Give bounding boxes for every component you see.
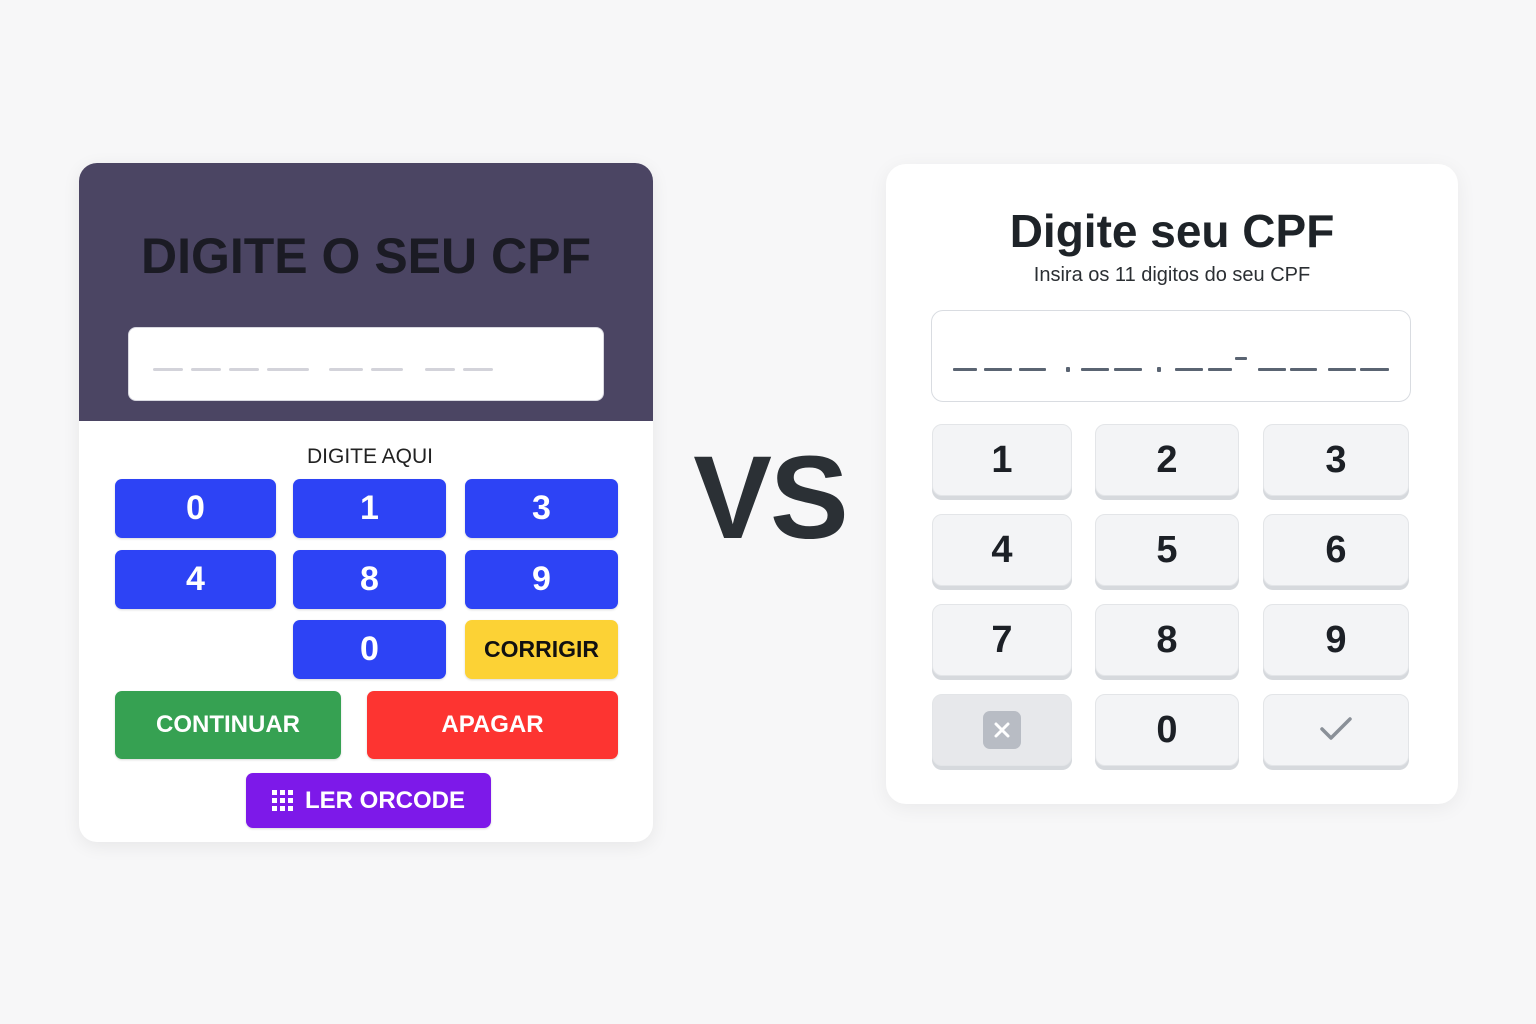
vs-label: VS (693, 432, 848, 564)
qrcode-button[interactable]: LER ORCODE (246, 773, 491, 828)
digit-button-8[interactable]: 8 (293, 550, 446, 609)
mask-dash (1208, 368, 1232, 371)
key-9[interactable]: 9 (1263, 604, 1409, 676)
key-8[interactable]: 8 (1095, 604, 1239, 676)
key-7[interactable]: 7 (932, 604, 1072, 676)
mask-hyphen (1235, 357, 1247, 360)
digit-button-3[interactable]: 3 (465, 479, 618, 538)
mask-dash (984, 368, 1012, 371)
mask-dash (1360, 368, 1389, 371)
left-panel-header: DIGITE O SEU CPF (79, 163, 653, 421)
right-panel-title: Digite seu CPF (1009, 205, 1335, 257)
left-panel-title: DIGITE O SEU CPF (140, 228, 592, 284)
mask-dash (191, 368, 221, 371)
mask-dash (1258, 368, 1286, 371)
key-6[interactable]: 6 (1263, 514, 1409, 586)
right-cpf-panel: Digite seu CPF Insira os 11 digitos do s… (886, 164, 1458, 804)
mask-dash (1019, 368, 1046, 371)
mask-dash (1290, 368, 1317, 371)
mask-dash (425, 368, 455, 371)
key-3[interactable]: 3 (1263, 424, 1409, 496)
mask-dash (1175, 368, 1203, 371)
digit-button-4[interactable]: 4 (115, 550, 276, 609)
mask-dash (329, 368, 363, 371)
key-2[interactable]: 2 (1095, 424, 1239, 496)
mask-dot (1066, 367, 1070, 372)
checkmark-icon (1319, 709, 1353, 752)
mask-dash (371, 368, 403, 371)
key-1[interactable]: 1 (932, 424, 1072, 496)
confirm-button[interactable] (1263, 694, 1409, 766)
key-4[interactable]: 4 (932, 514, 1072, 586)
digit-button-0-bottom[interactable]: 0 (293, 620, 446, 679)
mask-dash (229, 368, 259, 371)
mask-dash (153, 368, 183, 371)
corrigir-button[interactable]: CORRIGIR (465, 620, 618, 679)
mask-dash (1328, 368, 1356, 371)
mask-dash (1114, 368, 1142, 371)
qrcode-button-label: LER ORCODE (304, 786, 465, 814)
mask-dot (1157, 367, 1161, 372)
mask-dash (267, 368, 309, 371)
key-5[interactable]: 5 (1095, 514, 1239, 586)
cpf-input-left[interactable] (128, 327, 604, 401)
digit-here-label: DIGITE AQUI (306, 445, 434, 468)
delete-button[interactable] (932, 694, 1072, 766)
digit-button-9[interactable]: 9 (465, 550, 618, 609)
close-icon (983, 711, 1021, 749)
mask-dash (953, 368, 977, 371)
cpf-input-right[interactable] (931, 310, 1411, 402)
digit-button-0[interactable]: 0 (115, 479, 276, 538)
right-panel-subtitle: Insira os 11 digitos do seu CPF (1033, 264, 1311, 286)
digit-button-1[interactable]: 1 (293, 479, 446, 538)
apagar-button[interactable]: APAGAR (367, 691, 618, 759)
grid-icon (271, 790, 293, 811)
key-0[interactable]: 0 (1095, 694, 1239, 766)
left-cpf-panel: DIGITE O SEU CPF DIGITE AQUI 0 1 3 4 8 9… (79, 163, 653, 842)
continuar-button[interactable]: CONTINUAR (115, 691, 341, 759)
mask-dash (1081, 368, 1109, 371)
mask-dash (463, 368, 493, 371)
